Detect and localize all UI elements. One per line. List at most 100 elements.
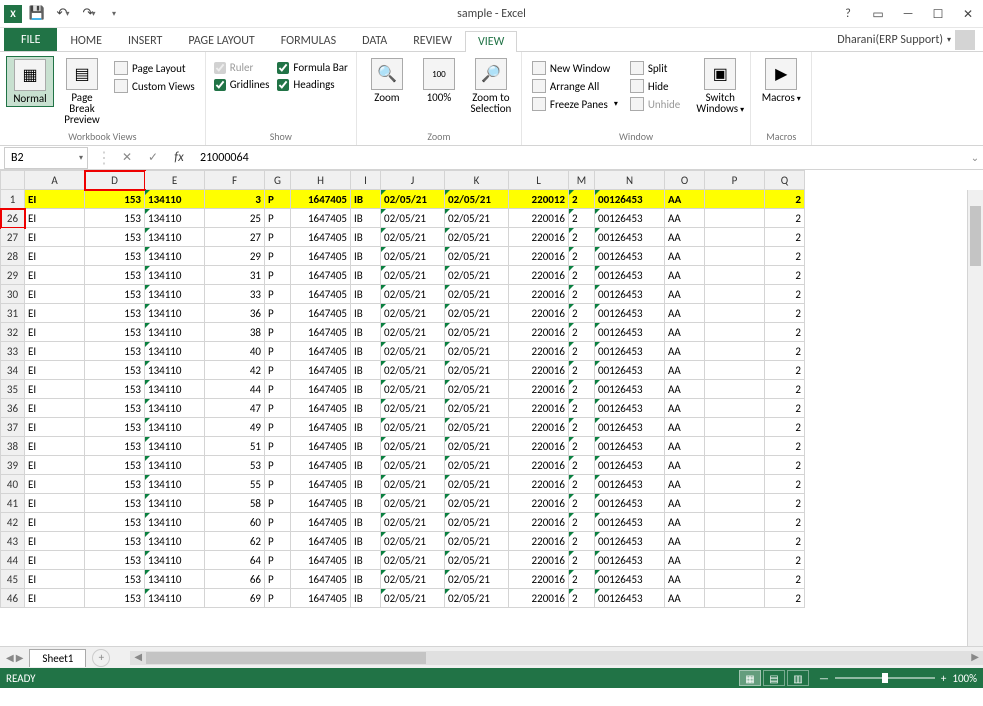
cell[interactable]: 134110: [145, 361, 205, 380]
cell[interactable]: 00126453: [595, 399, 665, 418]
cell[interactable]: IB: [351, 570, 381, 589]
sheet-tab[interactable]: Sheet1: [29, 649, 86, 667]
cell[interactable]: 153: [85, 418, 145, 437]
cell[interactable]: IB: [351, 399, 381, 418]
cell[interactable]: 02/05/21: [445, 209, 509, 228]
cell[interactable]: P: [265, 418, 291, 437]
cell[interactable]: P: [265, 228, 291, 247]
cell[interactable]: 02/05/21: [445, 228, 509, 247]
cell[interactable]: 36: [205, 304, 265, 323]
cell[interactable]: AA: [665, 494, 705, 513]
page-layout-button[interactable]: Page Layout: [110, 60, 199, 76]
cell[interactable]: 1647405: [291, 399, 351, 418]
tab-review[interactable]: REVIEW: [400, 30, 465, 51]
cell[interactable]: 2: [765, 342, 805, 361]
cell[interactable]: 00126453: [595, 456, 665, 475]
cell[interactable]: 220012: [509, 190, 569, 209]
cell[interactable]: 220016: [509, 513, 569, 532]
horizontal-scrollbar[interactable]: ◀▶: [130, 651, 983, 665]
cell[interactable]: 64: [205, 551, 265, 570]
cell[interactable]: P: [265, 456, 291, 475]
zoom-level[interactable]: 100%: [952, 672, 977, 685]
cell[interactable]: 1647405: [291, 532, 351, 551]
cell[interactable]: 1647405: [291, 551, 351, 570]
cell[interactable]: 220016: [509, 418, 569, 437]
cell[interactable]: 134110: [145, 399, 205, 418]
headings-checkbox[interactable]: Headings: [275, 77, 349, 92]
cell[interactable]: 2: [569, 532, 595, 551]
cell[interactable]: IB: [351, 380, 381, 399]
cell[interactable]: 02/05/21: [381, 285, 445, 304]
cell[interactable]: 220016: [509, 304, 569, 323]
cell[interactable]: [705, 551, 765, 570]
cell[interactable]: 1647405: [291, 304, 351, 323]
column-header-Q[interactable]: Q: [765, 171, 805, 190]
cell[interactable]: P: [265, 266, 291, 285]
cell[interactable]: 00126453: [595, 190, 665, 209]
cell[interactable]: AA: [665, 380, 705, 399]
cell[interactable]: 02/05/21: [381, 551, 445, 570]
cell[interactable]: 2: [765, 418, 805, 437]
cell[interactable]: [705, 418, 765, 437]
cell[interactable]: 2: [569, 494, 595, 513]
cell[interactable]: 00126453: [595, 285, 665, 304]
row-header-28[interactable]: 28: [1, 247, 25, 266]
cell[interactable]: 2: [569, 304, 595, 323]
undo-button[interactable]: ↶▾: [52, 3, 74, 25]
cell[interactable]: 153: [85, 285, 145, 304]
cell[interactable]: AA: [665, 456, 705, 475]
cell[interactable]: 02/05/21: [445, 418, 509, 437]
gridlines-checkbox[interactable]: Gridlines: [212, 77, 272, 92]
cell[interactable]: IB: [351, 285, 381, 304]
cell[interactable]: 153: [85, 380, 145, 399]
cell[interactable]: EI: [25, 285, 85, 304]
cell[interactable]: 220016: [509, 494, 569, 513]
freeze-panes-button[interactable]: Freeze Panes▾: [528, 96, 622, 112]
cell[interactable]: 134110: [145, 209, 205, 228]
cell[interactable]: 02/05/21: [445, 361, 509, 380]
cancel-formula-button[interactable]: ✕: [116, 148, 138, 168]
row-header-46[interactable]: 46: [1, 589, 25, 608]
cell[interactable]: 2: [765, 399, 805, 418]
cell[interactable]: 1647405: [291, 589, 351, 608]
cell[interactable]: 220016: [509, 266, 569, 285]
row-header-42[interactable]: 42: [1, 513, 25, 532]
cell[interactable]: 02/05/21: [381, 266, 445, 285]
cell[interactable]: 153: [85, 228, 145, 247]
cell[interactable]: 02/05/21: [445, 304, 509, 323]
cell[interactable]: P: [265, 551, 291, 570]
cell[interactable]: IB: [351, 266, 381, 285]
cell[interactable]: EI: [25, 494, 85, 513]
cell[interactable]: 153: [85, 513, 145, 532]
cell[interactable]: 00126453: [595, 437, 665, 456]
zoom-100-button[interactable]: 100100%: [415, 56, 463, 105]
cell[interactable]: 02/05/21: [381, 570, 445, 589]
cell[interactable]: IB: [351, 494, 381, 513]
cell[interactable]: EI: [25, 304, 85, 323]
tab-data[interactable]: DATA: [349, 30, 400, 51]
cell[interactable]: EI: [25, 323, 85, 342]
cell[interactable]: 31: [205, 266, 265, 285]
cell[interactable]: [705, 285, 765, 304]
cell[interactable]: [705, 266, 765, 285]
formula-bar-checkbox[interactable]: Formula Bar: [275, 60, 349, 75]
cell[interactable]: 220016: [509, 342, 569, 361]
row-header-29[interactable]: 29: [1, 266, 25, 285]
cell[interactable]: 134110: [145, 323, 205, 342]
cell[interactable]: IB: [351, 304, 381, 323]
cell[interactable]: [705, 437, 765, 456]
cell[interactable]: 220016: [509, 475, 569, 494]
cell[interactable]: P: [265, 589, 291, 608]
row-header-32[interactable]: 32: [1, 323, 25, 342]
cell[interactable]: P: [265, 532, 291, 551]
cell[interactable]: P: [265, 361, 291, 380]
row-header-34[interactable]: 34: [1, 361, 25, 380]
column-header-I[interactable]: I: [351, 171, 381, 190]
row-header-35[interactable]: 35: [1, 380, 25, 399]
cell[interactable]: EI: [25, 513, 85, 532]
cell[interactable]: AA: [665, 551, 705, 570]
cell[interactable]: EI: [25, 437, 85, 456]
cell[interactable]: 00126453: [595, 475, 665, 494]
cell[interactable]: EI: [25, 399, 85, 418]
cell[interactable]: 220016: [509, 247, 569, 266]
